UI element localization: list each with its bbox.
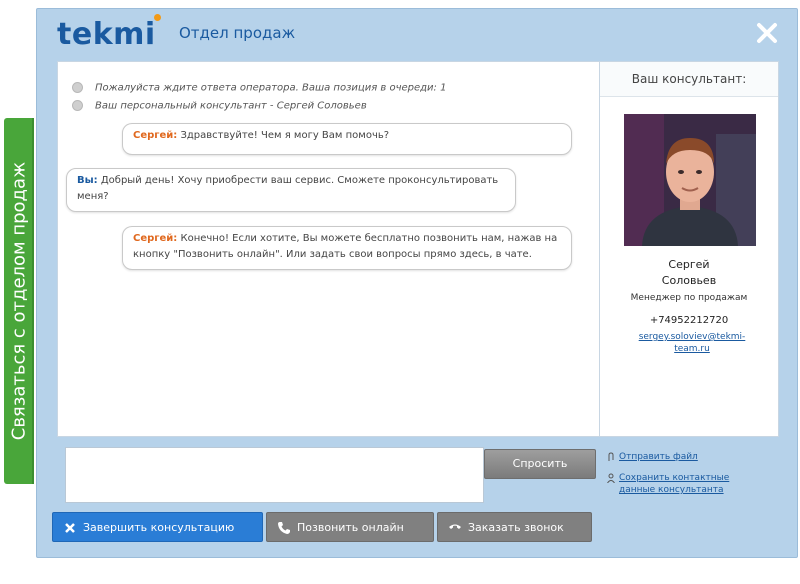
save-contacts-label: данные консультанта — [619, 485, 724, 495]
ask-button[interactable]: Спросить — [484, 449, 596, 479]
consultant-role: Менеджер по продажам — [630, 293, 748, 303]
end-consultation-button[interactable]: Завершить консультацию — [52, 512, 263, 542]
message-text: Конечно! Если хотите, Вы можете бесплатн… — [133, 233, 558, 260]
message-text: Добрый день! Хочу приобрести ваш сервис.… — [77, 175, 499, 202]
email-line: team.ru — [674, 344, 710, 354]
consultant-email[interactable]: sergey.soloviev@tekmi- team.ru — [622, 331, 762, 355]
message-sender: Сергей: — [133, 130, 178, 141]
message-sender: Вы: — [77, 175, 98, 186]
save-contacts-link[interactable]: Сохранить контактные данные консультанта — [607, 472, 730, 496]
email-line: sergey.soloviev@tekmi- — [638, 332, 746, 342]
system-message: Ваш персональный консультант - Сергей Со… — [72, 100, 367, 112]
consultant-photo — [624, 114, 756, 246]
consultant-first-name: Сергей — [668, 258, 710, 271]
message-text: Здравствуйте! Чем я могу Вам помочь? — [180, 130, 390, 141]
chat-bubble-icon — [12, 568, 34, 584]
phone-icon — [278, 522, 290, 534]
chat-window: tekmi Отдел продаж Пожалуйста ждите отве… — [36, 8, 798, 558]
message-operator: Сергей: Здравствуйте! Чем я могу Вам пом… — [122, 123, 572, 155]
send-file-link[interactable]: Отправить файл — [608, 451, 698, 463]
consultant-panel: Ваш консультант: Сергей Соловьев Менедже… — [599, 61, 779, 437]
call-online-button[interactable]: Позвонить онлайн — [266, 512, 434, 542]
save-contacts-label: Сохранить контактные — [619, 473, 730, 483]
order-call-label: Заказать звонок — [468, 521, 564, 534]
phone-callback-icon — [449, 524, 461, 529]
logo: tekmi — [57, 17, 156, 52]
person-icon — [607, 473, 615, 483]
consultant-last-name: Соловьев — [661, 274, 717, 287]
message-sender: Сергей: — [133, 233, 178, 244]
chat-log[interactable]: Пожалуйста ждите ответа оператора. Ваша … — [57, 61, 600, 437]
status-dot-icon — [72, 100, 83, 111]
window-header: tekmi Отдел продаж — [37, 9, 797, 59]
consultant-phone: +74952212720 — [649, 315, 729, 326]
department-title: Отдел продаж — [179, 24, 296, 42]
close-x-icon — [65, 523, 75, 533]
consultant-heading: Ваш консультант: — [600, 62, 778, 97]
order-call-button[interactable]: Заказать звонок — [437, 512, 592, 542]
message-operator: Сергей: Конечно! Если хотите, Вы можете … — [122, 226, 572, 270]
contact-sales-side-tab[interactable]: Связаться с отделом продаж — [4, 118, 34, 584]
close-icon — [757, 23, 777, 43]
side-tab-label: Связаться с отделом продаж — [8, 161, 30, 441]
paperclip-icon — [608, 452, 614, 461]
message-input[interactable] — [65, 447, 484, 503]
call-online-label: Позвонить онлайн — [297, 521, 404, 534]
close-button[interactable] — [753, 19, 781, 47]
status-dot-icon — [72, 82, 83, 93]
system-message: Пожалуйста ждите ответа оператора. Ваша … — [72, 82, 446, 94]
end-consultation-label: Завершить консультацию — [83, 521, 235, 534]
logo-dot — [154, 14, 161, 21]
send-file-label: Отправить файл — [619, 452, 698, 462]
message-user: Вы: Добрый день! Хочу приобрести ваш сер… — [66, 168, 516, 212]
